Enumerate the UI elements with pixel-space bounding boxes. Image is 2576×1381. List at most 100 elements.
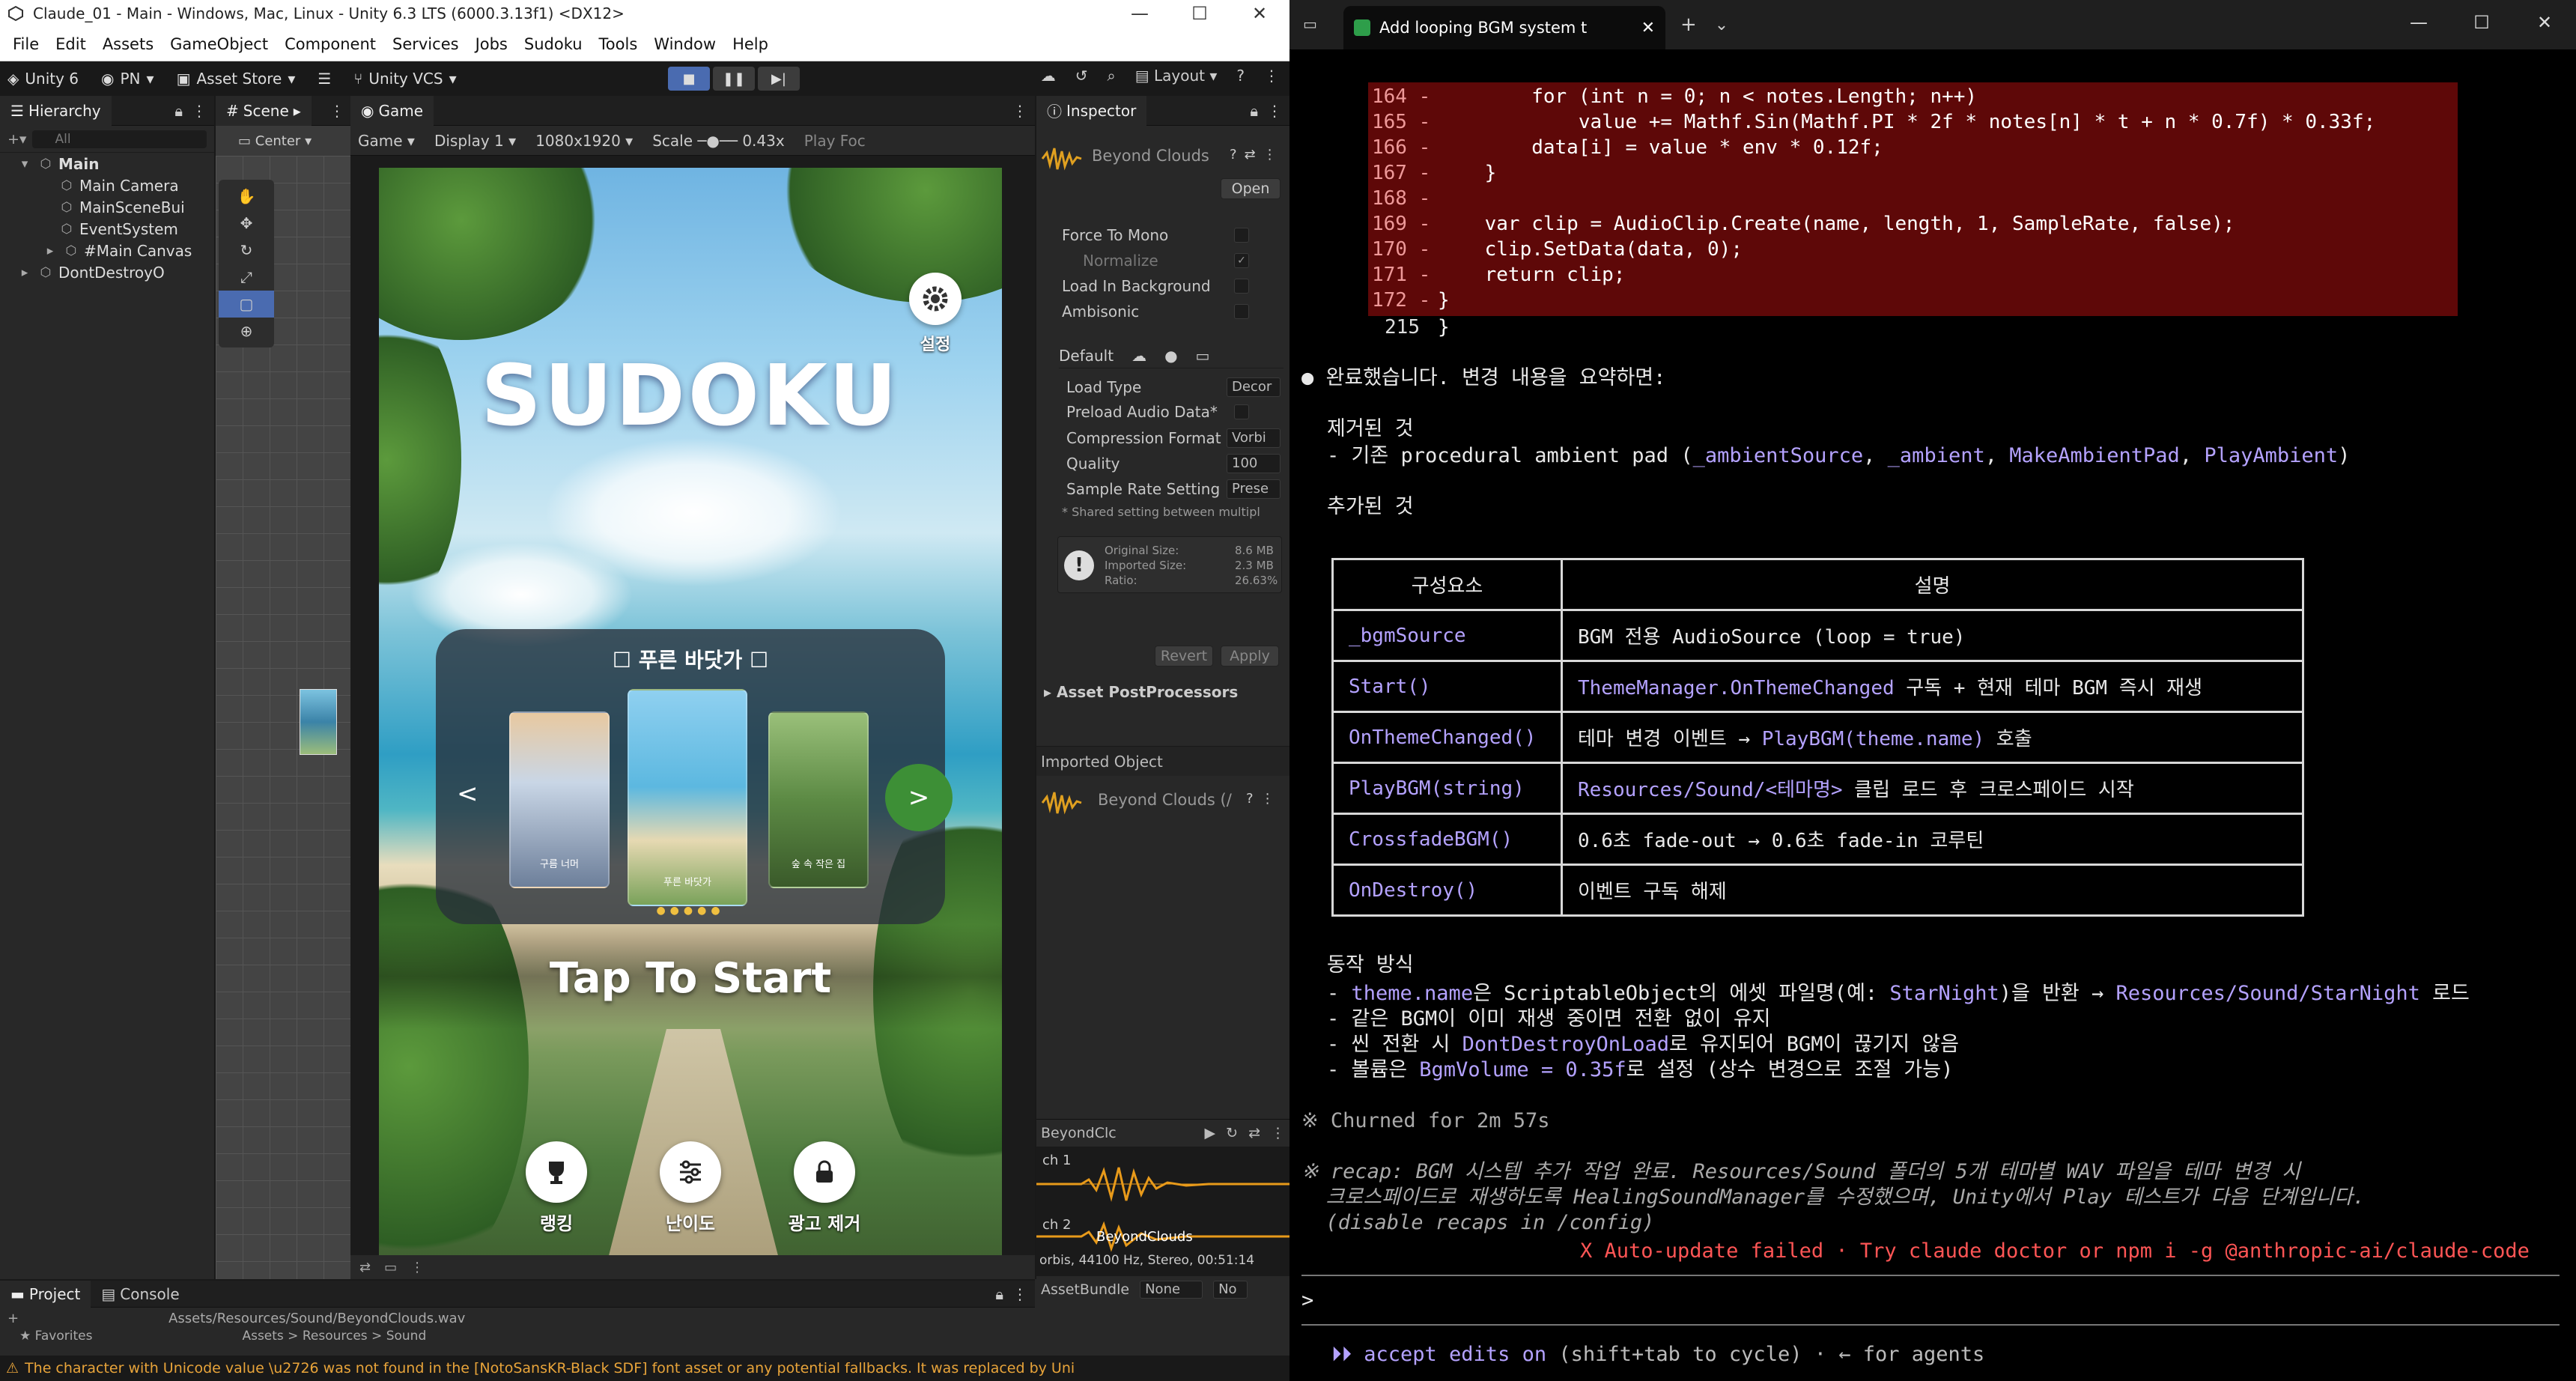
revert-button[interactable]: Revert: [1155, 646, 1213, 667]
settings-icon[interactable]: ⇄: [1245, 147, 1256, 163]
apply-button[interactable]: Apply: [1221, 646, 1279, 667]
theme-thumb[interactable]: 숲 속 작은 집: [768, 711, 869, 888]
load-in-background-checkbox[interactable]: [1234, 279, 1249, 294]
tab-project[interactable]: ▬ Project: [0, 1280, 91, 1308]
move-tool-icon[interactable]: ✥: [219, 210, 274, 237]
menu-assets[interactable]: Assets: [103, 35, 154, 53]
packages-button[interactable]: ☰: [318, 70, 331, 88]
lock-icon[interactable]: 🔒︎: [174, 102, 183, 120]
chevron-down-icon[interactable]: ⌄: [1715, 16, 1728, 34]
close-button[interactable]: ✕: [1230, 3, 1289, 24]
new-tab-icon[interactable]: +: [1680, 13, 1697, 36]
hierarchy-item-mainscenebuilder[interactable]: ⬡ MainSceneBui: [0, 196, 214, 218]
tab-ios-icon[interactable]: ●: [1164, 347, 1177, 365]
scale-tool-icon[interactable]: ⤢: [219, 264, 274, 291]
hierarchy-item-eventsystem[interactable]: ⬡ EventSystem: [0, 218, 214, 240]
layout-button[interactable]: ▤ Layout ▾: [1135, 67, 1218, 85]
scene-canvas-preview[interactable]: [300, 689, 337, 755]
rect-tool-icon[interactable]: ▢: [219, 291, 274, 318]
post-processors-foldout[interactable]: ▸ Asset PostProcessors: [1044, 683, 1238, 701]
play-button[interactable]: ■: [668, 67, 710, 91]
remove-ads-button[interactable]: [794, 1141, 855, 1203]
normalize-checkbox[interactable]: ✓: [1234, 253, 1249, 268]
vcs-button[interactable]: ⑂ Unity VCS ▾: [353, 70, 456, 88]
project-breadcrumb[interactable]: Assets > Resources > Sound: [242, 1329, 426, 1344]
menu-edit[interactable]: Edit: [55, 35, 86, 53]
more-icon[interactable]: ⋮: [329, 102, 344, 120]
open-button[interactable]: Open: [1221, 178, 1281, 199]
menu-component[interactable]: Component: [285, 35, 376, 53]
menu-gameobject[interactable]: GameObject: [170, 35, 268, 53]
hierarchy-item-main-camera[interactable]: ⬡ Main Camera: [0, 174, 214, 196]
rotate-tool-icon[interactable]: ↻: [219, 237, 274, 264]
difficulty-button[interactable]: [660, 1141, 721, 1203]
lock-icon[interactable]: 🔒︎: [995, 1285, 1003, 1303]
menu-jobs[interactable]: Jobs: [476, 35, 508, 53]
settings-button[interactable]: [909, 273, 962, 325]
step-button[interactable]: ▶|: [758, 67, 800, 91]
user-button[interactable]: ◉ PN ▾: [101, 70, 154, 88]
more-icon[interactable]: ⋮: [1264, 67, 1279, 85]
help-icon[interactable]: ?: [1230, 147, 1237, 163]
ambisonic-checkbox[interactable]: [1234, 304, 1249, 319]
compression-dropdown[interactable]: Vorbi: [1227, 428, 1281, 448]
mode-indicator[interactable]: ⏵⏵ accept edits on: [1331, 1343, 1546, 1366]
play-icon[interactable]: ▶: [1205, 1125, 1216, 1141]
tab-hierarchy[interactable]: ☰ Hierarchy: [0, 95, 112, 126]
more-icon[interactable]: ⋮: [192, 102, 207, 120]
display-dropdown[interactable]: Display 1 ▾: [434, 132, 516, 150]
play-focus-dropdown[interactable]: Play Foc: [804, 132, 866, 150]
ranking-button[interactable]: [526, 1141, 587, 1203]
minimize-button[interactable]: —: [2387, 12, 2450, 33]
maximize-button[interactable]: ☐: [2450, 12, 2513, 33]
cloud-icon[interactable]: ☁: [1041, 67, 1056, 85]
preload-audio-checkbox[interactable]: [1234, 404, 1249, 419]
more-icon[interactable]: ⋮: [1012, 1285, 1027, 1303]
more-icon[interactable]: ⋮: [1263, 147, 1277, 163]
game-canvas[interactable]: SUDOKU 설정 ☐ 푸른 바닷가 ☐ 구름 너머 푸른 바닷가 숲 속 작은…: [379, 168, 1002, 1275]
add-icon[interactable]: +: [7, 1311, 19, 1326]
tab-console[interactable]: ▤ Console: [91, 1281, 189, 1308]
tab-android-icon[interactable]: ☁: [1131, 347, 1146, 365]
prev-theme-button[interactable]: <: [457, 779, 479, 809]
force-to-mono-checkbox[interactable]: [1234, 228, 1249, 243]
theme-thumb[interactable]: 구름 너머: [509, 711, 610, 888]
lock-icon[interactable]: 🔒︎: [1250, 102, 1258, 120]
asset-bundle-dropdown[interactable]: None: [1140, 1281, 1203, 1299]
sample-rate-dropdown[interactable]: Prese: [1227, 479, 1281, 499]
menu-sudoku[interactable]: Sudoku: [524, 35, 583, 53]
hierarchy-item-dontdestroyonload[interactable]: ▸ ⬡ DontDestroyO: [0, 261, 214, 283]
menu-help[interactable]: Help: [732, 35, 768, 53]
minimize-button[interactable]: —: [1110, 3, 1170, 24]
close-tab-icon[interactable]: ✕: [1641, 19, 1655, 37]
asset-bundle-variant-dropdown[interactable]: No: [1213, 1281, 1248, 1299]
status-bar[interactable]: ⚠ The character with Unicode value \u272…: [0, 1356, 1289, 1381]
repeat-icon[interactable]: ⇄: [1248, 1125, 1260, 1141]
hierarchy-search-input[interactable]: All: [32, 130, 207, 148]
next-theme-button[interactable]: >: [885, 764, 953, 831]
menu-window[interactable]: Window: [654, 35, 716, 53]
tab-scene[interactable]: # Scene ▸: [216, 95, 312, 126]
hierarchy-item-main-canvas[interactable]: ▸ ⬡ #Main Canvas: [0, 240, 214, 261]
layout-icon[interactable]: ⇄: [359, 1260, 371, 1275]
asset-store-button[interactable]: ▣ Asset Store ▾: [177, 70, 296, 88]
transform-tool-icon[interactable]: ⊕: [219, 318, 274, 345]
hierarchy-item-main[interactable]: ▾ ⬡ Main: [0, 153, 214, 174]
prompt-input[interactable]: >: [1301, 1288, 1313, 1314]
more-icon[interactable]: ⋮: [1261, 791, 1275, 807]
help-icon[interactable]: ?: [1246, 791, 1254, 807]
view-tool-icon[interactable]: ✋: [219, 183, 274, 210]
menu-tools[interactable]: Tools: [599, 35, 638, 53]
menu-services[interactable]: Services: [392, 35, 459, 53]
menu-file[interactable]: File: [13, 35, 39, 53]
resolution-dropdown[interactable]: 1080x1920 ▾: [535, 132, 633, 150]
add-icon[interactable]: +▾: [7, 131, 26, 148]
tab-desktop-icon[interactable]: ▭: [1196, 347, 1210, 365]
load-type-dropdown[interactable]: Decor: [1227, 377, 1281, 397]
more-icon[interactable]: ⋮: [1012, 102, 1027, 120]
account-button[interactable]: ◈ Unity 6: [7, 70, 79, 88]
quality-input[interactable]: 100: [1227, 454, 1281, 473]
pivot-dropdown[interactable]: ▭ Center ▾: [238, 133, 312, 149]
search-icon[interactable]: ⌕: [1108, 67, 1116, 85]
theme-thumb-selected[interactable]: 푸른 바닷가: [628, 689, 747, 906]
